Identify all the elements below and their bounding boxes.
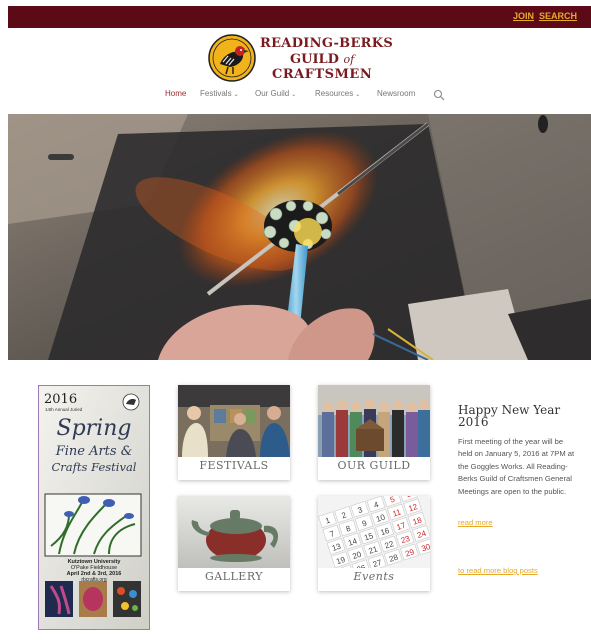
our-guild-tile[interactable]: OUR GUILD: [318, 385, 430, 480]
nav-our-guild[interactable]: Our Guild ⌄: [255, 89, 296, 98]
nav-resources-label: Resources: [315, 89, 354, 98]
nav-home[interactable]: Home: [165, 89, 186, 98]
spring-festival-poster[interactable]: 2016 14th Annual Juried Spring Fine Arts…: [38, 385, 150, 630]
poster-line2: Fine Arts &: [55, 444, 133, 459]
poster-subtitle: 14th Annual Juried: [45, 407, 83, 412]
logo-of-text: of: [343, 53, 355, 66]
read-more-link[interactable]: read more: [458, 518, 493, 527]
festivals-tile[interactable]: FESTIVALS: [178, 385, 290, 480]
nav-newsroom[interactable]: Newsroom: [377, 89, 415, 98]
chevron-down-icon: ⌄: [233, 92, 239, 98]
site-logo[interactable]: READING-BERKS GUILD of CRAFTSMEN: [208, 34, 408, 82]
our-guild-image: [318, 385, 430, 457]
events-tile[interactable]: 1234567891011121314151617181920212223242…: [318, 496, 430, 591]
events-calendar-image: 1234567891011121314151617181920212223242…: [318, 496, 430, 568]
poster-line3: Crafts Festival: [51, 460, 137, 474]
our-guild-caption: OUR GUILD: [337, 459, 411, 472]
poster-year: 2016: [44, 392, 78, 407]
top-bar: JOIN SEARCH: [8, 6, 591, 28]
logo-title-line1: READING-BERKS: [260, 36, 394, 51]
logo-guild-text: GUILD: [290, 52, 339, 67]
join-link[interactable]: JOIN: [513, 11, 534, 21]
bird-emblem-icon: [208, 34, 256, 82]
chevron-down-icon: ⌄: [291, 92, 297, 98]
search-link[interactable]: SEARCH: [539, 11, 577, 21]
hero-illustration: [8, 114, 591, 360]
logo-title-line2: GUILD of: [290, 52, 354, 67]
search-icon[interactable]: [433, 89, 445, 101]
nav-festivals[interactable]: Festivals ⌄: [200, 89, 239, 98]
hero-image-glass-bead-torch: [8, 114, 591, 360]
gallery-caption: GALLERY: [204, 570, 264, 583]
nav-festivals-label: Festivals: [200, 89, 232, 98]
events-caption: Events: [353, 570, 395, 583]
chevron-down-icon: ⌄: [355, 92, 361, 98]
nav-our-guild-label: Our Guild: [255, 89, 290, 98]
nav-resources[interactable]: Resources ⌄: [315, 89, 360, 98]
gallery-image: [178, 496, 290, 568]
blog-post-excerpt: First meeting of the year will be held o…: [458, 437, 575, 496]
poster-spring: Spring: [56, 416, 132, 441]
gallery-tile[interactable]: GALLERY: [178, 496, 290, 591]
poster-site: rbcrafts.org: [81, 577, 107, 583]
read-more-blog-posts-link[interactable]: to read more blog posts: [458, 566, 538, 575]
festivals-caption: FESTIVALS: [199, 459, 269, 472]
main-nav: Home Festivals ⌄ Our Guild ⌄ Resources ⌄ Ne…: [0, 89, 591, 103]
festivals-image: [178, 385, 290, 457]
logo-title-line3: CRAFTSMEN: [272, 67, 373, 82]
blog-post-title[interactable]: Happy New Year 2016: [458, 404, 578, 428]
